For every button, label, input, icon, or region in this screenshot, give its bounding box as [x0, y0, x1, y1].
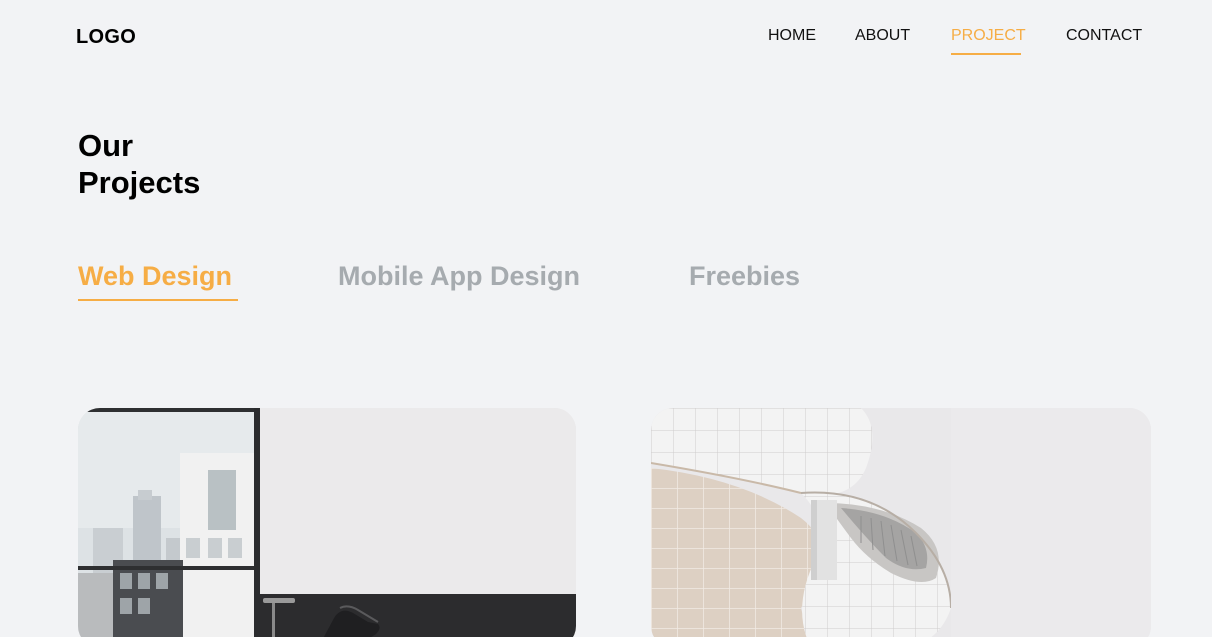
page-title-line1: Our: [78, 128, 134, 163]
page: LOGO HOME ABOUT PROJECT CONTACT Our Proj…: [0, 0, 1212, 637]
nav-about[interactable]: ABOUT: [855, 26, 910, 46]
project-card-architecture[interactable]: [651, 408, 1151, 637]
curved-architecture-photo: [651, 408, 1151, 637]
interior-room-photo: [78, 408, 576, 637]
project-card-interior[interactable]: [78, 408, 576, 637]
nav-home[interactable]: HOME: [768, 26, 816, 46]
tab-web-design[interactable]: Web Design: [78, 260, 232, 292]
nav-contact[interactable]: CONTACT: [1066, 26, 1142, 46]
page-title-line2: Projects: [78, 165, 201, 200]
nav-project[interactable]: PROJECT: [951, 26, 1026, 46]
tab-active-underline: [78, 299, 238, 301]
page-title: Our Projects: [78, 127, 200, 201]
tab-freebies[interactable]: Freebies: [689, 260, 800, 292]
nav-active-underline: [951, 53, 1021, 55]
main-nav: HOME ABOUT PROJECT CONTACT: [0, 26, 1212, 56]
tab-mobile-app-design[interactable]: Mobile App Design: [338, 260, 580, 292]
